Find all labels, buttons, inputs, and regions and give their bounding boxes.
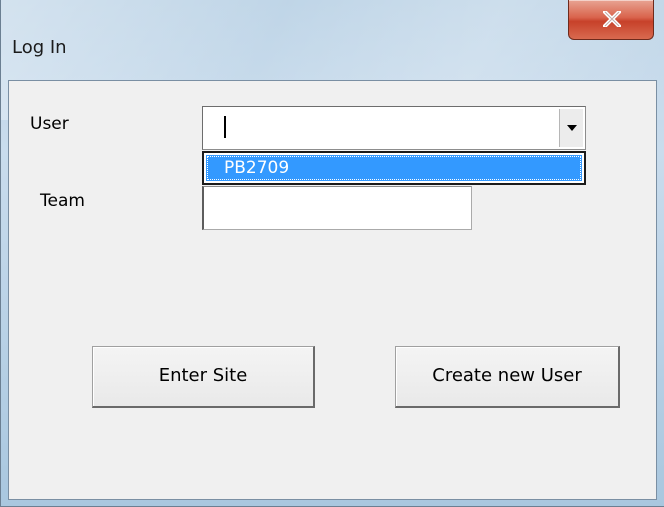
dialog-body: User PB2709 Team Enter Site Create new U… [8, 80, 657, 500]
user-option-pb2709[interactable]: PB2709 [206, 155, 582, 181]
text-caret [224, 116, 226, 138]
window-title: Log In [12, 37, 67, 58]
user-dropdown-list: PB2709 [202, 151, 586, 185]
close-icon [603, 11, 621, 27]
chevron-down-icon [567, 125, 577, 131]
team-input[interactable] [202, 186, 472, 230]
team-label: Team [40, 191, 85, 211]
user-combobox[interactable] [202, 106, 586, 150]
user-label: User [30, 114, 69, 134]
create-new-user-button[interactable]: Create new User [395, 346, 620, 408]
user-input[interactable] [203, 107, 539, 149]
close-button[interactable] [568, 0, 654, 40]
title-bar[interactable]: Log In [1, 0, 664, 80]
login-window: Log In User PB2709 Team Enter Site Creat… [0, 0, 664, 507]
enter-site-button[interactable]: Enter Site [92, 346, 315, 408]
user-dropdown-button[interactable] [559, 109, 583, 147]
